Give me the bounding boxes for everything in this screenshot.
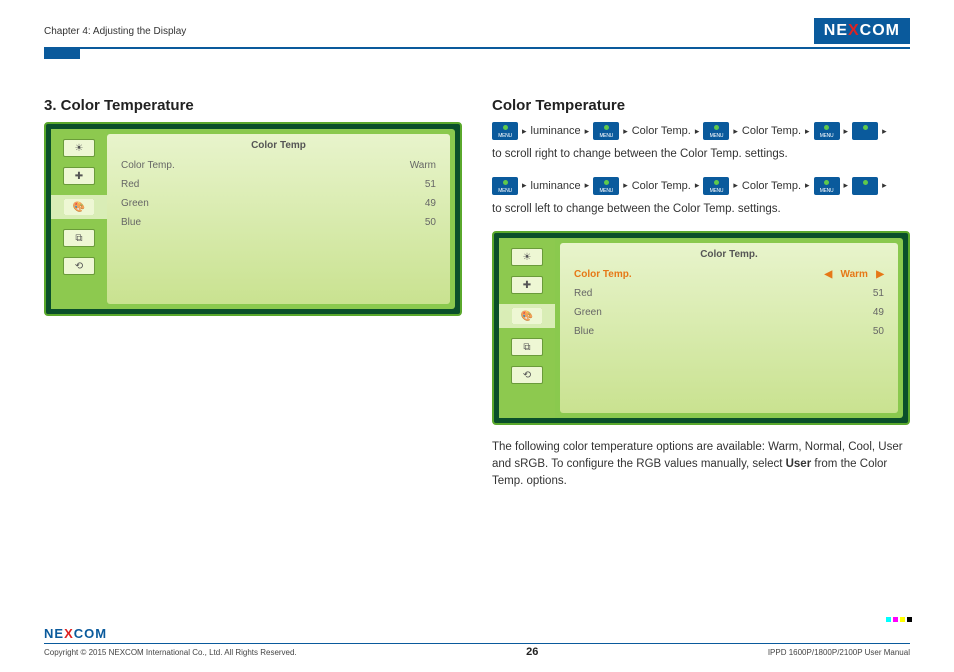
osd-panel: Color Temp Color Temp.Warm Red51 Green49… [107, 134, 450, 304]
luminance-icon: ☀ [511, 248, 543, 266]
nav-sequence-1: MENU ▸ luminance ▸ MENU ▸ Color Temp. ▸ … [492, 122, 910, 140]
arrow-right-icon: ▸ [522, 180, 527, 191]
instruction-1: to scroll right to change between the Co… [492, 146, 910, 163]
nav-step: Color Temp. [742, 125, 801, 137]
chapter-title: Chapter 4: Adjusting the Display [44, 26, 186, 37]
osd-screenshot-2: ☀ ✚ 🎨 ⧉ ⟲ Color Temp. Color Temp. ◀ Warm [492, 231, 910, 425]
color-icon: 🎨 [63, 198, 95, 216]
footer-logo: NEXCOM [44, 626, 910, 641]
arrow-right-icon: ▸ [695, 126, 700, 137]
crop-marks [886, 617, 912, 622]
setup-icon: ⟲ [63, 257, 95, 275]
arrow-right-icon: ▸ [805, 126, 810, 137]
osd-settings-icon: ⧉ [63, 229, 95, 247]
osd-screenshot-1: ☀ ✚ 🎨 ⧉ ⟲ Color Temp Color Temp.Warm Red… [44, 122, 462, 316]
menu-button-icon: MENU [814, 122, 840, 140]
arrow-right-icon: ▸ [844, 126, 849, 137]
arrow-right-icon: ▸ [623, 180, 628, 191]
menu-button-icon: MENU [703, 122, 729, 140]
nav-step: Color Temp. [632, 125, 691, 137]
arrow-right-icon: ▸ [805, 180, 810, 191]
arrow-right-icon: ▸ [623, 126, 628, 137]
osd-title: Color Temp. [574, 249, 884, 265]
osd-row: Color Temp.Warm [121, 156, 436, 175]
menu-button-icon: MENU [593, 177, 619, 195]
menu-button-icon: MENU [814, 177, 840, 195]
right-heading: Color Temperature [492, 97, 910, 114]
arrow-right-icon: ▸ [844, 180, 849, 191]
osd-panel: Color Temp. Color Temp. ◀ Warm ▶ Red51 G… [560, 243, 898, 413]
copyright-text: Copyright © 2015 NEXCOM International Co… [44, 648, 297, 657]
luminance-icon: ☀ [63, 139, 95, 157]
arrow-right-icon: ▸ [733, 126, 738, 137]
osd-row: Green49 [574, 303, 884, 322]
nav-step: luminance [531, 125, 581, 137]
osd-title: Color Temp [121, 140, 436, 156]
osd-row: Blue50 [574, 322, 884, 341]
left-heading: 3. Color Temperature [44, 97, 462, 114]
nav-step: Color Temp. [742, 180, 801, 192]
tab-indicator [44, 49, 80, 59]
geometry-icon: ✚ [63, 167, 95, 185]
right-column: Color Temperature MENU ▸ luminance ▸ MEN… [492, 97, 910, 503]
options-description: The following color temperature options … [492, 439, 910, 489]
menu-button-icon: MENU [593, 122, 619, 140]
osd-settings-icon: ⧉ [511, 338, 543, 356]
setup-icon: ⟲ [511, 366, 543, 384]
arrow-right-icon: ▸ [882, 126, 887, 137]
page-number: 26 [526, 646, 538, 658]
header-bar: Chapter 4: Adjusting the Display NEXCOM [44, 18, 910, 49]
osd-sidebar: ☀ ✚ 🎨 ⧉ ⟲ [51, 129, 107, 309]
right-arrow-icon: ▶ [876, 269, 884, 280]
nav-sequence-2: MENU ▸ luminance ▸ MENU ▸ Color Temp. ▸ … [492, 177, 910, 195]
menu-button-icon: MENU [703, 177, 729, 195]
osd-row-active: Color Temp. ◀ Warm ▶ [574, 265, 884, 284]
color-icon: 🎨 [511, 307, 543, 325]
scroll-right-button-icon [852, 122, 878, 140]
arrow-right-icon: ▸ [695, 180, 700, 191]
left-arrow-icon: ◀ [824, 269, 832, 280]
brand-logo: NEXCOM [814, 18, 910, 44]
nav-step: Color Temp. [632, 180, 691, 192]
menu-button-icon: MENU [492, 177, 518, 195]
instruction-2: to scroll left to change between the Col… [492, 201, 910, 218]
manual-title: IPPD 1600P/1800P/2100P User Manual [768, 648, 910, 657]
arrow-right-icon: ▸ [733, 180, 738, 191]
left-column: 3. Color Temperature ☀ ✚ 🎨 ⧉ ⟲ Color Tem… [44, 97, 462, 503]
nav-step: luminance [531, 180, 581, 192]
osd-row: Red51 [574, 284, 884, 303]
geometry-icon: ✚ [511, 276, 543, 294]
osd-row: Green49 [121, 194, 436, 213]
page-footer: NEXCOM Copyright © 2015 NEXCOM Internati… [44, 626, 910, 658]
osd-row: Blue50 [121, 213, 436, 232]
arrow-right-icon: ▸ [585, 180, 590, 191]
menu-button-icon: MENU [492, 122, 518, 140]
arrow-right-icon: ▸ [882, 180, 887, 191]
osd-sidebar: ☀ ✚ 🎨 ⧉ ⟲ [499, 238, 555, 418]
arrow-right-icon: ▸ [585, 126, 590, 137]
arrow-right-icon: ▸ [522, 126, 527, 137]
scroll-left-button-icon [852, 177, 878, 195]
osd-row: Red51 [121, 175, 436, 194]
